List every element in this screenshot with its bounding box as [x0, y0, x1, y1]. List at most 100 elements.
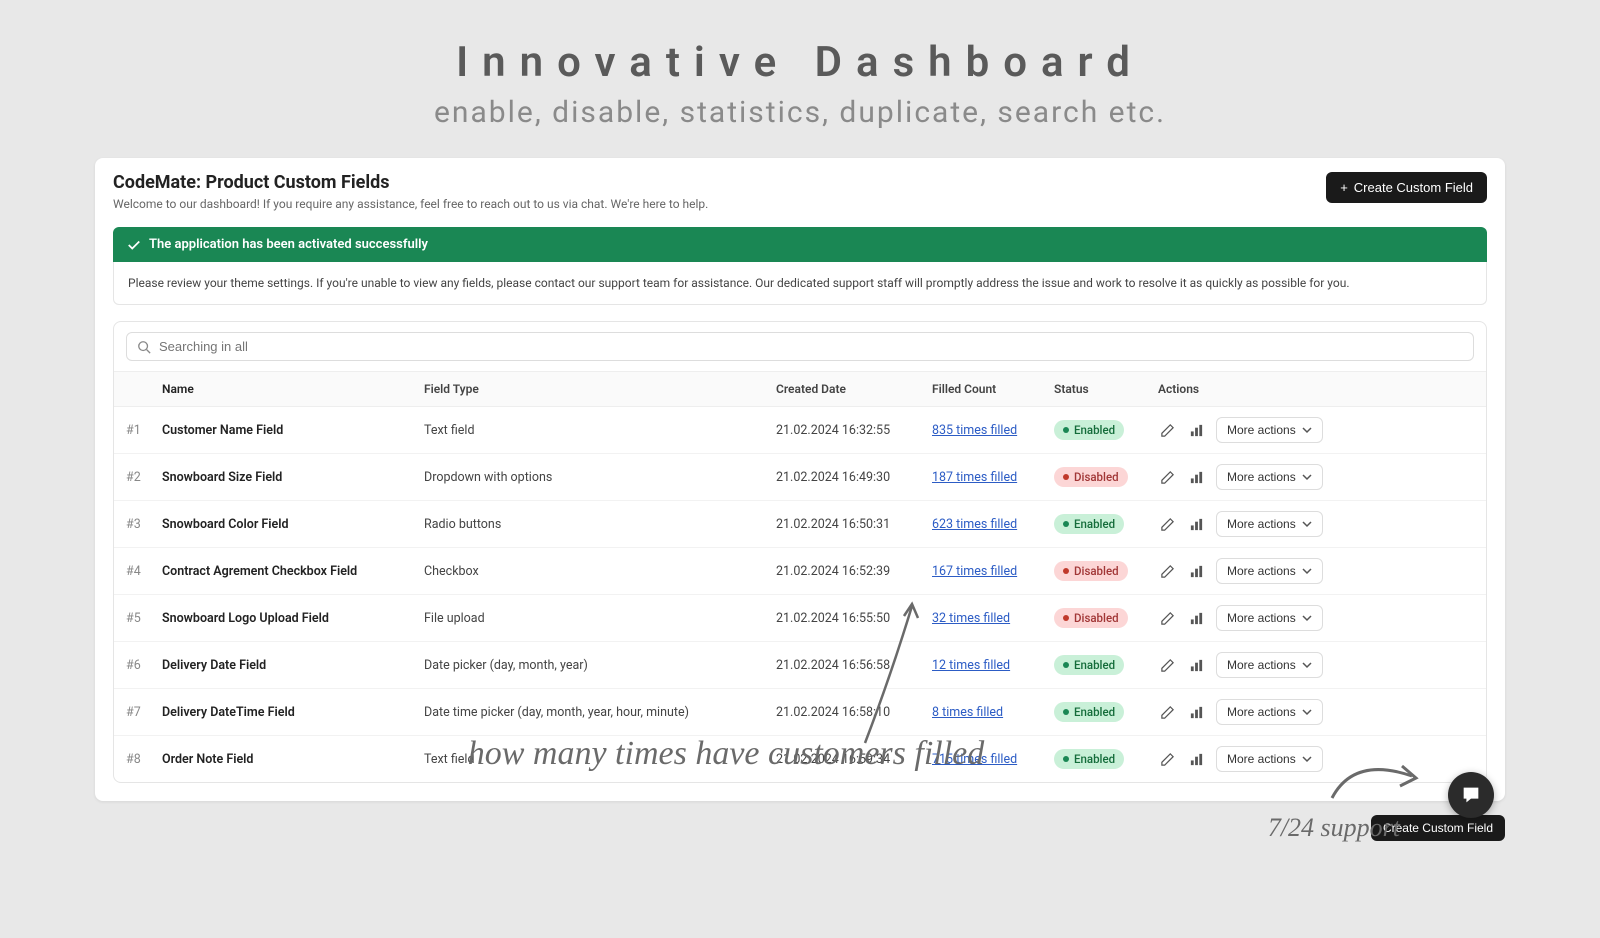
stats-button[interactable] [1187, 468, 1206, 487]
pencil-icon [1160, 564, 1175, 579]
col-actions: Actions [1158, 382, 1474, 396]
table-row: #2 Snowboard Size Field Dropdown with op… [114, 454, 1486, 501]
row-name: Delivery Date Field [162, 658, 424, 673]
filled-count-link[interactable]: 8 times filled [932, 705, 1003, 720]
pencil-icon [1160, 752, 1175, 767]
chat-icon [1460, 784, 1482, 806]
app-panel: CodeMate: Product Custom Fields Welcome … [95, 158, 1505, 801]
annotation-filled: how many times have customers filled [466, 732, 986, 776]
col-status: Status [1054, 382, 1158, 396]
status-dot-icon [1063, 709, 1069, 715]
table-row: #1 Customer Name Field Text field 21.02.… [114, 407, 1486, 454]
filled-count-link[interactable]: 623 times filled [932, 517, 1017, 532]
stats-button[interactable] [1187, 609, 1206, 628]
row-type: Date picker (day, month, year) [424, 658, 776, 673]
filled-count-link[interactable]: 32 times filled [932, 611, 1010, 626]
table-row: #5 Snowboard Logo Upload Field File uplo… [114, 595, 1486, 642]
filled-count-link[interactable]: 12 times filled [932, 658, 1010, 673]
row-name: Contract Agrement Checkbox Field [162, 564, 424, 579]
chevron-down-icon [1302, 613, 1312, 623]
row-type: Date time picker (day, month, year, hour… [424, 705, 776, 720]
more-actions-button[interactable]: More actions [1216, 558, 1323, 584]
col-type: Field Type [424, 382, 776, 396]
edit-button[interactable] [1158, 703, 1177, 722]
annotation-support: 7/24 support [1268, 813, 1400, 843]
more-actions-button[interactable]: More actions [1216, 511, 1323, 537]
status-badge: Disabled [1054, 608, 1128, 628]
stats-button[interactable] [1187, 562, 1206, 581]
stats-button[interactable] [1187, 515, 1206, 534]
bar-chart-icon [1189, 611, 1204, 626]
table-row: #6 Delivery Date Field Date picker (day,… [114, 642, 1486, 689]
edit-button[interactable] [1158, 515, 1177, 534]
row-name: Delivery DateTime Field [162, 705, 424, 720]
row-type: File upload [424, 611, 776, 626]
more-actions-button[interactable]: More actions [1216, 652, 1323, 678]
bar-chart-icon [1189, 470, 1204, 485]
more-actions-button[interactable]: More actions [1216, 605, 1323, 631]
status-dot-icon [1063, 568, 1069, 574]
filled-count-link[interactable]: 187 times filled [932, 470, 1017, 485]
stats-button[interactable] [1187, 421, 1206, 440]
status-dot-icon [1063, 615, 1069, 621]
bar-chart-icon [1189, 705, 1204, 720]
search-input[interactable] [159, 339, 1463, 354]
row-index: #2 [126, 470, 162, 485]
row-name: Customer Name Field [162, 423, 424, 438]
stats-button[interactable] [1187, 750, 1206, 769]
create-button-label: Create Custom Field [1354, 180, 1473, 195]
edit-button[interactable] [1158, 750, 1177, 769]
bar-chart-icon [1189, 752, 1204, 767]
search-box[interactable] [126, 332, 1474, 361]
row-index: #1 [126, 423, 162, 438]
table-row: #7 Delivery DateTime Field Date time pic… [114, 689, 1486, 736]
pencil-icon [1160, 611, 1175, 626]
row-date: 21.02.2024 16:32:55 [776, 423, 932, 438]
row-name: Snowboard Color Field [162, 517, 424, 532]
row-index: #3 [126, 517, 162, 532]
status-badge: Enabled [1054, 749, 1124, 769]
welcome-text: Welcome to our dashboard! If you require… [113, 197, 708, 211]
chevron-down-icon [1302, 566, 1312, 576]
edit-button[interactable] [1158, 421, 1177, 440]
row-type: Checkbox [424, 564, 776, 579]
more-actions-button[interactable]: More actions [1216, 417, 1323, 443]
edit-button[interactable] [1158, 468, 1177, 487]
bar-chart-icon [1189, 517, 1204, 532]
row-date: 21.02.2024 16:55:50 [776, 611, 932, 626]
pencil-icon [1160, 705, 1175, 720]
col-name: Name [162, 382, 424, 396]
stats-button[interactable] [1187, 656, 1206, 675]
check-icon [127, 238, 141, 252]
row-name: Snowboard Logo Upload Field [162, 611, 424, 626]
stats-button[interactable] [1187, 703, 1206, 722]
chevron-down-icon [1302, 660, 1312, 670]
edit-button[interactable] [1158, 609, 1177, 628]
table-row: #4 Contract Agrement Checkbox Field Chec… [114, 548, 1486, 595]
chevron-down-icon [1302, 519, 1312, 529]
create-custom-field-button[interactable]: + Create Custom Field [1326, 172, 1487, 203]
table-row: #3 Snowboard Color Field Radio buttons 2… [114, 501, 1486, 548]
row-index: #5 [126, 611, 162, 626]
chevron-down-icon [1302, 425, 1312, 435]
search-icon [137, 340, 151, 354]
more-actions-button[interactable]: More actions [1216, 699, 1323, 725]
table-header: Name Field Type Created Date Filled Coun… [114, 372, 1486, 407]
chat-button[interactable] [1448, 772, 1494, 818]
status-dot-icon [1063, 427, 1069, 433]
filled-count-link[interactable]: 835 times filled [932, 423, 1017, 438]
pencil-icon [1160, 470, 1175, 485]
filled-count-link[interactable]: 167 times filled [932, 564, 1017, 579]
row-index: #6 [126, 658, 162, 673]
more-actions-button[interactable]: More actions [1216, 464, 1323, 490]
alert-success: The application has been activated succe… [113, 227, 1487, 262]
edit-button[interactable] [1158, 562, 1177, 581]
hero-title: Innovative Dashboard [0, 38, 1600, 87]
edit-button[interactable] [1158, 656, 1177, 675]
status-dot-icon [1063, 756, 1069, 762]
more-actions-button[interactable]: More actions [1216, 746, 1323, 772]
row-type: Text field [424, 423, 776, 438]
col-count: Filled Count [932, 382, 1054, 396]
row-type: Dropdown with options [424, 470, 776, 485]
chevron-down-icon [1302, 707, 1312, 717]
